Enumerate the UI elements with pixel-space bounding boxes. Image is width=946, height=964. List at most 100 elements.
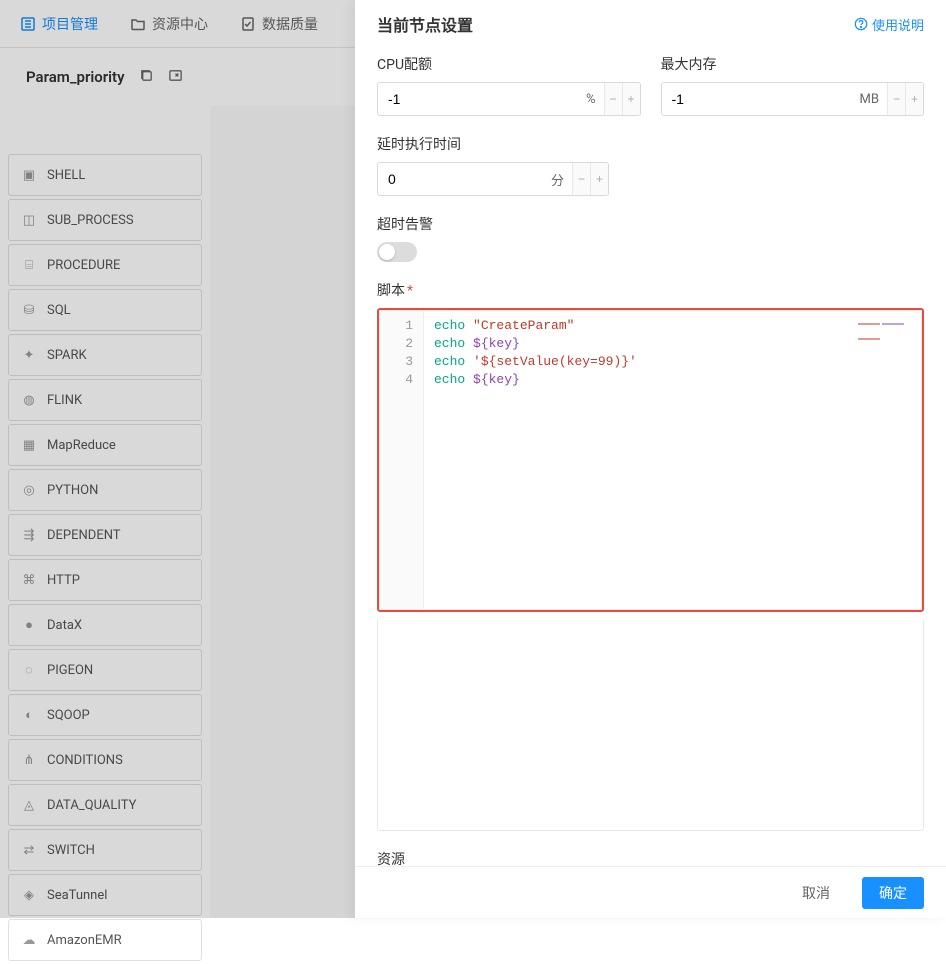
cpu-quota-label: CPU配额 (377, 54, 641, 74)
switch-icon: ⇄ (21, 842, 37, 858)
node-type-label: SQOOP (47, 708, 90, 723)
cloud-icon: ☁ (21, 932, 37, 948)
delay-unit: 分 (547, 163, 572, 195)
node-type-label: DEPENDENT (47, 528, 121, 543)
seatunnel-icon: ◈ (21, 887, 37, 903)
pigeon-icon: ◌ (21, 662, 37, 678)
node-type-label: PROCEDURE (47, 258, 120, 273)
sqoop-icon: ◐ (21, 707, 37, 723)
confirm-button[interactable]: 确定 (862, 877, 924, 909)
http-icon: ⌘ (21, 572, 37, 588)
question-circle-icon (854, 17, 868, 31)
node-type-seatunnel[interactable]: ◈ SeaTunnel (8, 874, 202, 916)
drawer-footer: 取消 确定 (355, 866, 946, 918)
code-minimap (857, 315, 917, 329)
node-type-dq[interactable]: ◬ DATA_QUALITY (8, 784, 202, 826)
node-type-subprocess[interactable]: ◫ SUB_PROCESS (8, 199, 202, 241)
script-editor[interactable]: 1 2 3 4 echo "CreateParam" echo ${key} e… (379, 310, 922, 610)
cpu-decrement-button[interactable]: − (604, 83, 622, 115)
node-type-sqoop[interactable]: ◐ SQOOP (8, 694, 202, 736)
max-memory-label: 最大内存 (661, 54, 925, 74)
node-type-mr[interactable]: ▦MapReduce (8, 424, 202, 466)
node-type-emr[interactable]: ☁ AmazonEMR (8, 919, 202, 961)
node-type-label: SHELL (47, 168, 85, 183)
list-icon (20, 16, 36, 32)
node-type-flink[interactable]: ◍ FLINK (8, 379, 202, 421)
delay-input-group: 分 − + (377, 162, 609, 196)
node-type-label: DATA_QUALITY (47, 798, 136, 813)
node-settings-drawer: 当前节点设置 使用说明 CPU配额 % − + 最大内存 MB (355, 0, 946, 918)
drawer-body: CPU配额 % − + 最大内存 MB − + 延时执 (355, 48, 946, 866)
node-type-label: MapReduce (47, 438, 116, 453)
node-type-spark[interactable]: ✦ SPARK (8, 334, 202, 376)
timeout-alarm-label: 超时告警 (377, 214, 924, 234)
workflow-title: Param_priority (26, 68, 125, 86)
node-type-label: AmazonEMR (47, 933, 122, 948)
node-type-python[interactable]: ◎ PYTHON (8, 469, 202, 511)
node-type-list: ▣ SHELL ◫ SUB_PROCESS ⌸PROCEDURE ⛁ SQL ✦ SPA… (0, 154, 210, 964)
nav-label: 资源中心 (152, 14, 208, 34)
node-type-procedure[interactable]: ⌸PROCEDURE (8, 244, 202, 286)
code-gutter: 1 2 3 4 (380, 311, 424, 609)
node-type-shell[interactable]: ▣ SHELL (8, 154, 202, 196)
node-type-conditions[interactable]: ⋔CONDITIONS (8, 739, 202, 781)
terminal-icon: ▣ (21, 167, 37, 183)
node-type-http[interactable]: ⌘ HTTP (8, 559, 202, 601)
db-icon: ⛁ (21, 302, 37, 318)
script-editor-extra[interactable] (377, 619, 924, 831)
node-type-label: HTTP (47, 573, 80, 588)
delay-label: 延时执行时间 (377, 134, 609, 154)
cpu-quota-input[interactable] (378, 83, 582, 115)
code-content: echo "CreateParam" echo ${key} echo '${s… (424, 311, 647, 609)
node-type-datax[interactable]: ● DataX (8, 604, 202, 646)
nav-item-project[interactable]: 项目管理 (20, 14, 98, 34)
folder-icon (130, 16, 146, 32)
cpu-increment-button[interactable]: + (622, 83, 640, 115)
script-label: 脚本* (377, 280, 924, 300)
spark-icon: ✦ (21, 347, 37, 363)
node-type-switch[interactable]: ⇄ SWITCH (8, 829, 202, 871)
nav-label: 数据质量 (262, 14, 318, 34)
node-type-label: FLINK (47, 393, 82, 408)
sub-icon: ◫ (21, 212, 37, 228)
mem-unit: MB (856, 83, 887, 115)
node-type-label: PIGEON (47, 663, 93, 678)
cancel-button[interactable]: 取消 (786, 877, 846, 909)
mem-increment-button[interactable]: + (905, 83, 923, 115)
flink-icon: ◍ (21, 392, 37, 408)
drawer-title: 当前节点设置 (377, 12, 473, 36)
cpu-unit: % (582, 83, 604, 115)
help-label: 使用说明 (872, 15, 924, 34)
node-type-label: PYTHON (47, 483, 98, 498)
max-memory-input-group: MB − + (661, 82, 925, 116)
drawer-header: 当前节点设置 使用说明 (355, 0, 946, 48)
mem-decrement-button[interactable]: − (887, 83, 905, 115)
delay-increment-button[interactable]: + (590, 163, 608, 195)
node-type-label: SWITCH (47, 843, 95, 858)
max-memory-input[interactable] (662, 83, 856, 115)
help-link[interactable]: 使用说明 (854, 15, 924, 34)
cpu-quota-input-group: % − + (377, 82, 641, 116)
nav-label: 项目管理 (42, 14, 98, 34)
node-type-label: SQL (47, 303, 71, 318)
node-type-label: DataX (47, 618, 82, 633)
node-type-label: SeaTunnel (47, 888, 107, 903)
delay-input[interactable] (378, 163, 547, 195)
node-type-label: SUB_PROCESS (47, 213, 134, 228)
nav-item-quality[interactable]: 数据质量 (240, 14, 318, 34)
node-type-label: SPARK (47, 348, 87, 363)
datax-icon: ● (21, 617, 37, 633)
node-type-label: CONDITIONS (47, 753, 123, 768)
dep-icon: ⇶ (21, 527, 37, 543)
node-type-sql[interactable]: ⛁ SQL (8, 289, 202, 331)
edit-icon[interactable] (168, 68, 183, 87)
quality-icon: ◬ (21, 797, 37, 813)
nav-item-resource[interactable]: 资源中心 (130, 14, 208, 34)
delay-decrement-button[interactable]: − (572, 163, 590, 195)
copy-icon[interactable] (139, 68, 154, 87)
node-type-dependent[interactable]: ⇶ DEPENDENT (8, 514, 202, 556)
timeout-alarm-switch[interactable] (377, 242, 417, 262)
python-icon: ◎ (21, 482, 37, 498)
check-doc-icon (240, 16, 256, 32)
node-type-pigeon[interactable]: ◌ PIGEON (8, 649, 202, 691)
